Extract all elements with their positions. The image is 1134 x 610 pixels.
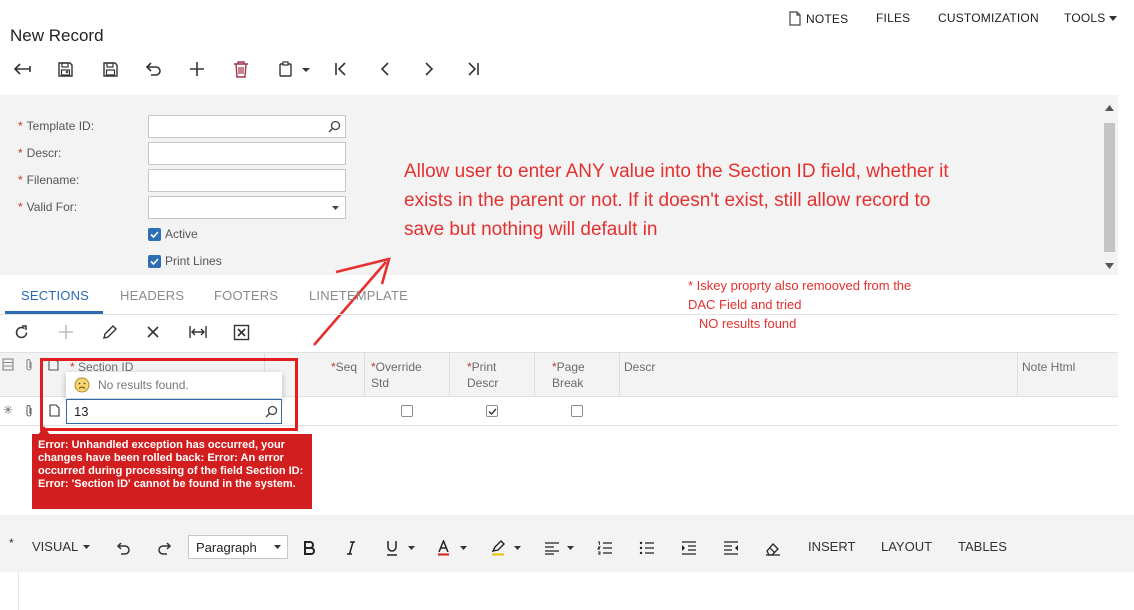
undo-icon[interactable] (141, 57, 165, 81)
tab-sections[interactable]: SECTIONS (21, 288, 89, 303)
tab-linetemplate[interactable]: LINETEMPLATE (309, 288, 408, 303)
tabs-divider (0, 314, 1118, 315)
active-checkbox[interactable]: Active (148, 227, 198, 241)
fit-columns-icon[interactable] (189, 325, 207, 339)
add-icon[interactable] (185, 57, 209, 81)
search-icon[interactable] (328, 120, 341, 133)
annotation-note: * Iskey proprty also remooved from the D… (688, 278, 912, 331)
template-id-label: * Template ID: (18, 119, 95, 133)
editor-redo-icon[interactable] (154, 538, 176, 558)
previous-record-icon[interactable] (373, 57, 397, 81)
font-color-icon[interactable] (436, 538, 470, 558)
column-separator (1017, 352, 1018, 397)
tab-headers[interactable]: HEADERS (120, 288, 184, 303)
align-left-icon[interactable] (543, 538, 577, 558)
customization-menu[interactable]: CUSTOMIZATION (938, 11, 1039, 25)
chevron-down-icon (274, 545, 281, 549)
paragraph-select[interactable]: Paragraph (188, 535, 288, 559)
notes-menu[interactable]: NOTES (788, 11, 848, 26)
checkbox-checked-icon[interactable] (148, 254, 161, 268)
customization-label: CUSTOMIZATION (938, 11, 1039, 25)
page-break-checkbox[interactable] (571, 405, 583, 417)
clear-format-icon[interactable] (762, 538, 784, 558)
descr-label: * Descr: (18, 146, 62, 160)
delete-icon[interactable] (229, 57, 253, 81)
visual-mode-label: VISUAL (32, 539, 79, 554)
add-row-icon[interactable] (58, 324, 74, 340)
required-marker: * (9, 536, 14, 550)
column-note-html[interactable]: Note Html (1022, 359, 1075, 375)
italic-icon[interactable] (340, 538, 362, 558)
edit-icon[interactable] (102, 324, 118, 340)
page-title: New Record (10, 26, 104, 45)
notes-label: NOTES (806, 11, 849, 26)
column-print-descr[interactable]: *Print Descr (467, 359, 498, 391)
descr-field[interactable] (148, 142, 346, 165)
scroll-down-icon[interactable] (1105, 263, 1114, 269)
notes-icon (788, 11, 802, 26)
attachment-icon[interactable] (24, 404, 34, 418)
layout-menu[interactable]: LAYOUT (881, 539, 932, 554)
scrollbar-thumb[interactable] (1104, 123, 1115, 252)
column-separator (619, 352, 620, 397)
filename-label: * Filename: (18, 173, 80, 187)
print-lines-label: Print Lines (165, 254, 222, 268)
save-icon[interactable] (98, 57, 122, 81)
error-tooltip: Error: Unhandled exception has occurred,… (32, 434, 312, 509)
checkbox-checked-icon[interactable] (148, 227, 161, 241)
chevron-down-icon (332, 206, 339, 210)
paragraph-value: Paragraph (196, 539, 257, 555)
editor-undo-icon[interactable] (112, 538, 134, 558)
column-page-break[interactable]: *Page Break (552, 359, 585, 391)
back-arrow-icon[interactable] (10, 57, 34, 81)
files-menu[interactable]: FILES (876, 11, 910, 25)
template-id-field[interactable] (148, 115, 346, 138)
tables-menu[interactable]: TABLES (958, 539, 1007, 554)
annotation-text: Allow user to enter ANY value into the S… (404, 161, 949, 240)
column-separator (534, 352, 535, 397)
copy-paste-icon[interactable] (275, 57, 313, 81)
delete-row-icon[interactable] (146, 325, 160, 339)
tools-menu[interactable]: TOOLS (1064, 11, 1118, 25)
export-excel-icon[interactable] (233, 324, 250, 341)
valid-for-label: * Valid For: (18, 200, 78, 214)
annotation-highlight-box (40, 358, 298, 431)
column-override-std[interactable]: *Override Std (371, 359, 422, 391)
editor-content-area[interactable] (18, 572, 1134, 610)
indent-icon[interactable] (678, 538, 700, 558)
numbered-list-icon[interactable] (594, 538, 616, 558)
column-descr[interactable]: Descr (624, 359, 655, 375)
print-lines-checkbox[interactable]: Print Lines (148, 254, 222, 268)
bold-icon[interactable] (298, 538, 320, 558)
active-label: Active (165, 227, 198, 241)
first-record-icon[interactable] (329, 57, 353, 81)
highlight-color-icon[interactable] (490, 538, 524, 558)
insert-menu[interactable]: INSERT (808, 539, 855, 554)
column-separator (364, 352, 365, 397)
print-descr-checkbox[interactable] (486, 405, 498, 417)
visual-mode-button[interactable]: VISUAL (32, 539, 91, 554)
last-record-icon[interactable] (461, 57, 485, 81)
chevron-down-icon (1109, 15, 1118, 21)
underline-icon[interactable] (384, 538, 418, 558)
tab-footers[interactable]: FOOTERS (214, 288, 278, 303)
override-std-checkbox[interactable] (401, 405, 413, 417)
row-selector-icon[interactable] (2, 358, 14, 371)
bullet-list-icon[interactable] (636, 538, 658, 558)
save-close-icon[interactable] (53, 57, 77, 81)
outdent-icon[interactable] (720, 538, 742, 558)
scroll-up-icon[interactable] (1105, 105, 1114, 111)
column-seq[interactable]: *Seq (331, 359, 357, 375)
tools-label: TOOLS (1064, 11, 1106, 25)
chevron-down-icon (83, 544, 91, 549)
valid-for-select[interactable] (148, 196, 346, 219)
files-label: FILES (876, 11, 911, 25)
refresh-icon[interactable] (13, 324, 30, 341)
attachment-icon[interactable] (24, 358, 34, 372)
filename-field[interactable] (148, 169, 346, 192)
column-separator (449, 352, 450, 397)
next-record-icon[interactable] (417, 57, 441, 81)
new-row-marker: ✳ (3, 403, 14, 417)
